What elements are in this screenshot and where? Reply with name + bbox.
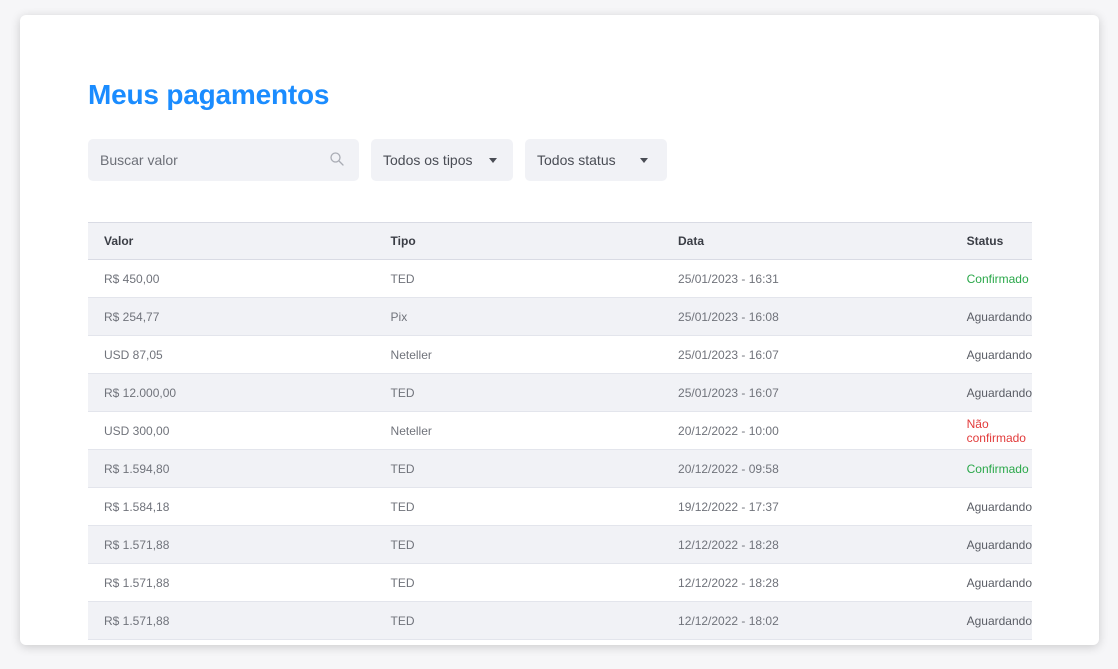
table-row[interactable]: R$ 1.571,88 TED 12/12/2022 - 18:28 Aguardan… [88, 525, 1032, 564]
chevron-down-icon [639, 157, 648, 163]
cell-status: Confirmado [966, 461, 1029, 476]
cell-status: Aguardando [966, 499, 1032, 514]
cell-valor: USD 87,05 [104, 347, 163, 362]
search-icon[interactable] [329, 151, 345, 167]
search-box [88, 139, 359, 181]
cell-valor: R$ 12.000,00 [104, 385, 177, 400]
cell-data: 25/01/2023 - 16:07 [678, 385, 779, 400]
table-row[interactable]: USD 87,05 Neteller 25/01/2023 - 16:07 Aguar… [88, 336, 1032, 374]
cell-tipo: TED [390, 461, 415, 476]
search-input[interactable] [88, 139, 320, 181]
cell-tipo: Neteller [390, 347, 432, 362]
type-select-value: Todos os tipos [383, 152, 473, 168]
cell-data: 20/12/2022 - 10:00 [678, 423, 779, 438]
chevron-down-icon [488, 157, 497, 163]
payments-card: Meus pagamentos Todos os tipos Todos sta… [20, 15, 1099, 645]
table-row[interactable]: USD 300,00 Neteller 20/12/2022 - 10:00 Não … [88, 412, 1032, 450]
cell-status: Aguardando [966, 537, 1032, 552]
cell-tipo: TED [390, 271, 415, 286]
column-header-data[interactable]: Data [662, 223, 951, 260]
column-header-status[interactable]: Status [951, 223, 1032, 260]
page-title: Meus pagamentos [88, 79, 330, 110]
table-row[interactable]: R$ 1.571,88 TED 12/12/2022 - 18:02 Aguardan… [88, 601, 1032, 640]
cell-tipo: TED [390, 575, 415, 590]
column-header-valor[interactable]: Valor [88, 223, 375, 260]
filters-bar: Todos os tipos Todos status [88, 139, 667, 181]
cell-tipo: Pix [390, 309, 408, 324]
cell-status: Aguardando [966, 309, 1032, 324]
cell-valor: R$ 1.584,18 [104, 499, 170, 514]
type-select[interactable]: Todos os tipos [371, 139, 513, 181]
table-row[interactable]: R$ 1.584,18 TED 19/12/2022 - 17:37 Aguardan… [88, 488, 1032, 526]
status-select-value: Todos status [537, 152, 616, 168]
table-body: R$ 450,00 TED 25/01/2023 - 16:31 Confirmado… [88, 260, 1032, 640]
cell-data: 25/01/2023 - 16:08 [678, 309, 779, 324]
cell-status: Aguardando [966, 347, 1032, 362]
cell-data: 12/12/2022 - 18:28 [678, 575, 779, 590]
cell-data: 25/01/2023 - 16:07 [678, 347, 779, 362]
cell-tipo: TED [390, 385, 415, 400]
cell-valor: R$ 254,77 [104, 309, 160, 324]
cell-valor: R$ 450,00 [104, 271, 160, 286]
cell-tipo: Neteller [390, 423, 432, 438]
cell-valor: USD 300,00 [104, 423, 170, 438]
table-header-row: Valor Tipo Data Status [88, 222, 1032, 260]
status-select[interactable]: Todos status [525, 139, 667, 181]
cell-data: 25/01/2023 - 16:31 [678, 271, 779, 286]
cell-tipo: TED [390, 537, 415, 552]
cell-status: Aguardando [966, 385, 1032, 400]
table-row[interactable]: R$ 254,77 Pix 25/01/2023 - 16:08 Aguardando [88, 297, 1032, 336]
cell-valor: R$ 1.571,88 [104, 613, 170, 628]
cell-status: Confirmado [966, 271, 1029, 286]
table-row[interactable]: R$ 12.000,00 TED 25/01/2023 - 16:07 Aguarda… [88, 373, 1032, 412]
payments-table: Valor Tipo Data Status R$ 450,00 TED 25/01… [88, 222, 1032, 640]
cell-tipo: TED [390, 613, 415, 628]
cell-data: 12/12/2022 - 18:28 [678, 537, 779, 552]
cell-status: Aguardando [966, 613, 1032, 628]
cell-data: 12/12/2022 - 18:02 [678, 613, 779, 628]
table-row[interactable]: R$ 1.594,80 TED 20/12/2022 - 09:58 Confirma… [88, 449, 1032, 488]
column-header-tipo[interactable]: Tipo [375, 223, 662, 260]
cell-data: 20/12/2022 - 09:58 [678, 461, 779, 476]
cell-status: Não confirmado [966, 416, 1026, 445]
cell-tipo: TED [390, 499, 415, 514]
cell-valor: R$ 1.571,88 [104, 537, 170, 552]
cell-valor: R$ 1.571,88 [104, 575, 170, 590]
cell-data: 19/12/2022 - 17:37 [678, 499, 779, 514]
table-row[interactable]: R$ 450,00 TED 25/01/2023 - 16:31 Confirmado [88, 260, 1032, 298]
cell-status: Aguardando [966, 575, 1032, 590]
table-row[interactable]: R$ 1.571,88 TED 12/12/2022 - 18:28 Aguardan… [88, 564, 1032, 602]
cell-valor: R$ 1.594,80 [104, 461, 170, 476]
